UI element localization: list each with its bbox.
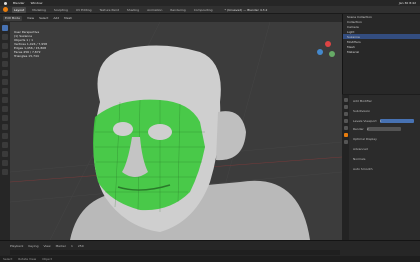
tool-shelf	[0, 22, 10, 240]
tab-modeling[interactable]: Modeling	[30, 7, 48, 13]
output-props-icon[interactable]	[343, 112, 348, 116]
bevel-tool-icon[interactable]	[2, 115, 8, 121]
outliner-panel: Scene Collection Collection Camera Light…	[342, 14, 420, 94]
render-levels-field[interactable]: 2	[366, 127, 401, 131]
viewport-header: Edit Mode View Select Add Mesh	[0, 14, 342, 22]
scene-props-icon[interactable]	[343, 119, 348, 123]
levels-viewport-field[interactable]: 1	[379, 119, 414, 123]
tab-compositing[interactable]: Compositing	[192, 7, 215, 13]
cursor-tool-icon[interactable]	[2, 34, 8, 40]
scale-tool-icon[interactable]	[2, 61, 8, 67]
poly-build-tool-icon[interactable]	[2, 142, 8, 148]
clock: Jan 30 8:42	[398, 1, 416, 5]
prop-label[interactable]: Optimal Display	[353, 137, 377, 141]
tab-texture-paint[interactable]: Texture Paint	[98, 7, 121, 13]
keying-menu[interactable]: Keying	[28, 244, 38, 248]
properties-panel: Add Modifier Subdivision Levels Viewport…	[342, 95, 420, 240]
timeline-ruler[interactable]	[10, 250, 340, 255]
prop-label: Levels Viewport	[353, 119, 377, 123]
properties-tabs	[342, 95, 349, 240]
prop-label[interactable]: Normals	[353, 157, 365, 161]
status-hint: Rotate View	[18, 257, 37, 261]
tab-uv-editing[interactable]: UV Editing	[74, 7, 94, 13]
tool-props-icon[interactable]	[343, 98, 348, 102]
prop-label[interactable]: Add Modifier	[353, 99, 372, 103]
object-props-icon[interactable]	[343, 126, 348, 130]
apple-icon[interactable]	[4, 1, 7, 5]
outliner-item[interactable]: Material	[343, 49, 420, 54]
status-hint: Object	[42, 257, 52, 261]
rotate-tool-icon[interactable]	[2, 52, 8, 58]
window-title: * (Unsaved) — Blender 4.3.2	[224, 7, 268, 12]
mesh-menu[interactable]: Mesh	[64, 16, 72, 20]
shrink-fatten-tool-icon[interactable]	[2, 169, 8, 175]
tab-shading[interactable]: Shading	[125, 7, 141, 13]
playback-menu[interactable]: Playback	[10, 244, 23, 248]
selected-faces	[93, 99, 205, 211]
marker-menu[interactable]: Marker	[56, 244, 66, 248]
stats-line: Triangles 15,744	[14, 54, 39, 58]
tab-animation[interactable]: Animation	[145, 7, 164, 13]
prop-label: Render	[353, 127, 364, 131]
annotate-tool-icon[interactable]	[2, 79, 8, 85]
viewport-stats: User Perspective (1) Suzanne Objects 1 /…	[14, 30, 47, 58]
select-box-tool-icon[interactable]	[2, 25, 8, 31]
tab-sculpting[interactable]: Sculpting	[52, 7, 70, 13]
tab-rendering[interactable]: Rendering	[168, 7, 187, 13]
loop-cut-tool-icon[interactable]	[2, 124, 8, 130]
extrude-tool-icon[interactable]	[2, 97, 8, 103]
move-tool-icon[interactable]	[2, 43, 8, 49]
transform-tool-icon[interactable]	[2, 70, 8, 76]
navigation-gizmo	[317, 41, 335, 57]
workspace-tabs-bar: Layout Modeling Sculpting UV Editing Tex…	[0, 6, 420, 14]
inset-tool-icon[interactable]	[2, 106, 8, 112]
3d-viewport[interactable]	[10, 22, 342, 240]
knife-tool-icon[interactable]	[2, 133, 8, 139]
material-props-icon[interactable]	[343, 140, 348, 144]
smooth-tool-icon[interactable]	[2, 160, 8, 166]
prop-label: Subdivision	[353, 109, 371, 113]
select-menu[interactable]: Select	[39, 16, 48, 20]
viewport-canvas	[10, 22, 342, 240]
measure-tool-icon[interactable]	[2, 88, 8, 94]
ear-mesh	[216, 111, 246, 161]
timeline-panel: Playback Keying View Marker 1 250	[0, 240, 420, 256]
right-eye-hole	[148, 124, 172, 140]
view-menu[interactable]: View	[43, 244, 50, 248]
status-bar: Select Rotate View Object	[0, 256, 420, 262]
app-menu[interactable]: Blender	[13, 1, 25, 5]
prop-label[interactable]: Advanced	[353, 147, 368, 151]
left-eye-hole	[113, 122, 133, 136]
frame-start[interactable]: 1	[71, 244, 73, 248]
spin-tool-icon[interactable]	[2, 151, 8, 157]
status-hint: Select	[3, 257, 13, 261]
prop-label[interactable]: Auto Smooth	[353, 167, 373, 171]
render-props-icon[interactable]	[343, 105, 348, 109]
modifier-props-icon[interactable]	[343, 133, 348, 137]
view-menu[interactable]: View	[27, 16, 34, 20]
tab-layout[interactable]: Layout	[12, 6, 27, 13]
blender-logo-icon[interactable]	[3, 7, 8, 12]
frame-end[interactable]: 250	[78, 244, 84, 248]
add-menu[interactable]: Add	[53, 16, 59, 20]
mode-dropdown[interactable]: Edit Mode	[3, 15, 22, 21]
window-menu[interactable]: Window	[31, 1, 43, 5]
